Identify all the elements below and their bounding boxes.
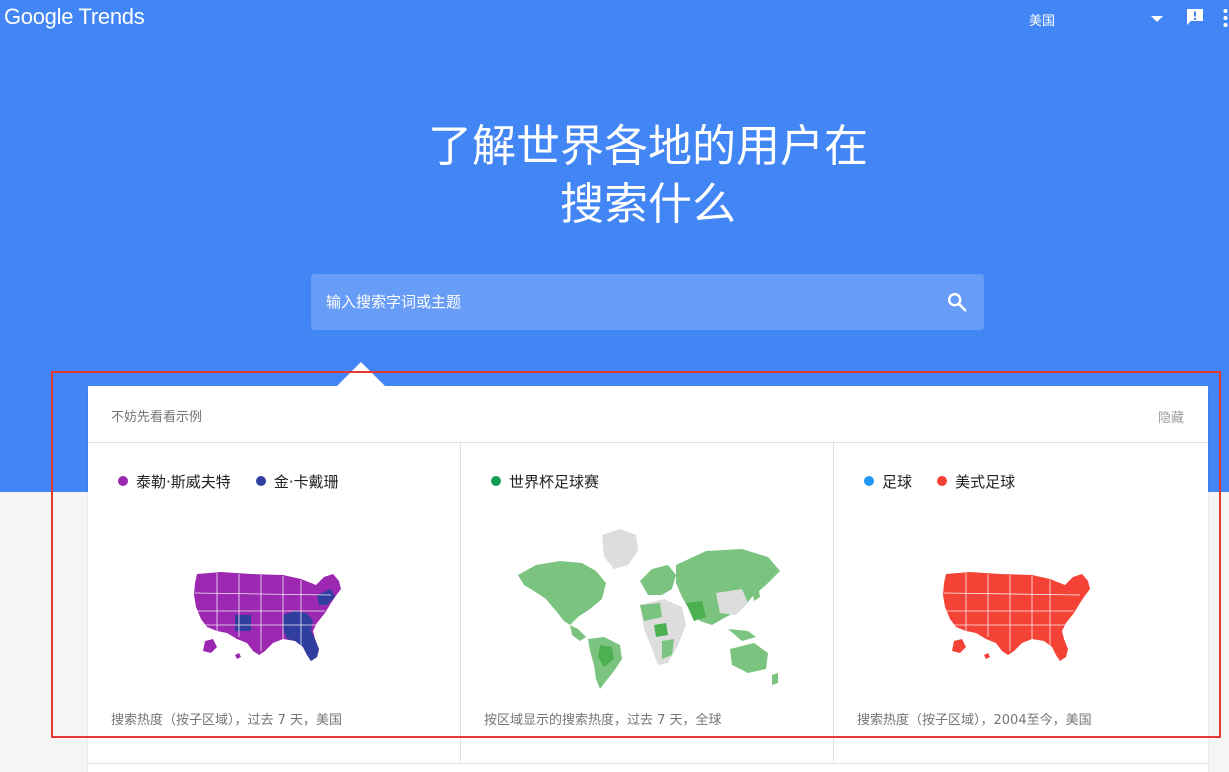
legend-label: 泰勒·斯威夫特 [136,473,231,491]
legend-dot [491,476,501,486]
legend-label: 世界杯足球赛 [509,473,600,491]
title-line-1: 了解世界各地的用户在 [428,121,868,172]
top-bar: Google Trends 美国 [0,0,1229,40]
card-legend: 足球 美式足球 [864,471,1035,492]
legend-label: 足球 [882,473,913,491]
legend-dot [118,476,128,486]
divider [88,763,1208,764]
legend-item: 足球 [864,471,912,492]
example-card-2[interactable]: 世界杯足球赛 按区域显示的搜索热度，过去 7 天，全球 [461,443,834,763]
legend-label: 金·卡戴珊 [273,473,339,491]
legend-dot [864,476,874,486]
callout-pointer [337,362,385,386]
title-line-2: 搜索什么 [560,179,736,230]
world-map [518,529,780,689]
card-legend: 泰勒·斯威夫特 金·卡戴珊 [118,471,359,492]
hide-button[interactable]: 隐藏 [1158,407,1184,426]
legend-dot [937,476,948,486]
legend-label: 美式足球 [955,473,1016,491]
card-caption: 搜索热度（按子区域），过去 7 天，美国 [111,713,343,728]
examples-header: 不妨先看看示例 隐藏 [88,386,1208,443]
chevron-down-icon[interactable] [1151,16,1163,22]
us-map [943,572,1090,661]
feedback-icon[interactable] [1185,7,1205,27]
legend-item: 世界杯足球赛 [491,471,599,492]
more-vert-icon[interactable] [1222,8,1229,28]
card-legend: 世界杯足球赛 [491,471,619,492]
google-trends-logo[interactable]: Google Trends [4,4,145,30]
legend-item: 泰勒·斯威夫特 [118,471,231,492]
legend-item: 金·卡戴珊 [255,471,339,492]
examples-title: 不妨先看看示例 [111,410,203,425]
example-card-3[interactable]: 足球 美式足球 搜索热度（按子区域），2004至今，美国 [834,443,1208,763]
search-box [311,274,984,330]
search-input[interactable] [311,274,931,330]
card-caption: 搜索热度（按子区域），2004至今，美国 [857,713,1092,728]
page-title: 了解世界各地的用户在 搜索什么 [0,118,1229,234]
legend-dot [255,476,266,486]
us-map [194,572,341,661]
region-selector[interactable]: 美国 [1029,10,1055,29]
example-card-1[interactable]: 泰勒·斯威夫特 金·卡戴珊 搜索热度（按子区域），过去 7 天，美国 [88,443,461,763]
legend-item: 美式足球 [937,471,1015,492]
search-icon[interactable] [946,291,968,313]
card-caption: 按区域显示的搜索热度，过去 7 天，全球 [484,713,722,728]
examples-panel: 不妨先看看示例 隐藏 泰勒·斯威夫特 金·卡戴珊 搜索热度（按子区域），过去 7… [88,386,1208,772]
